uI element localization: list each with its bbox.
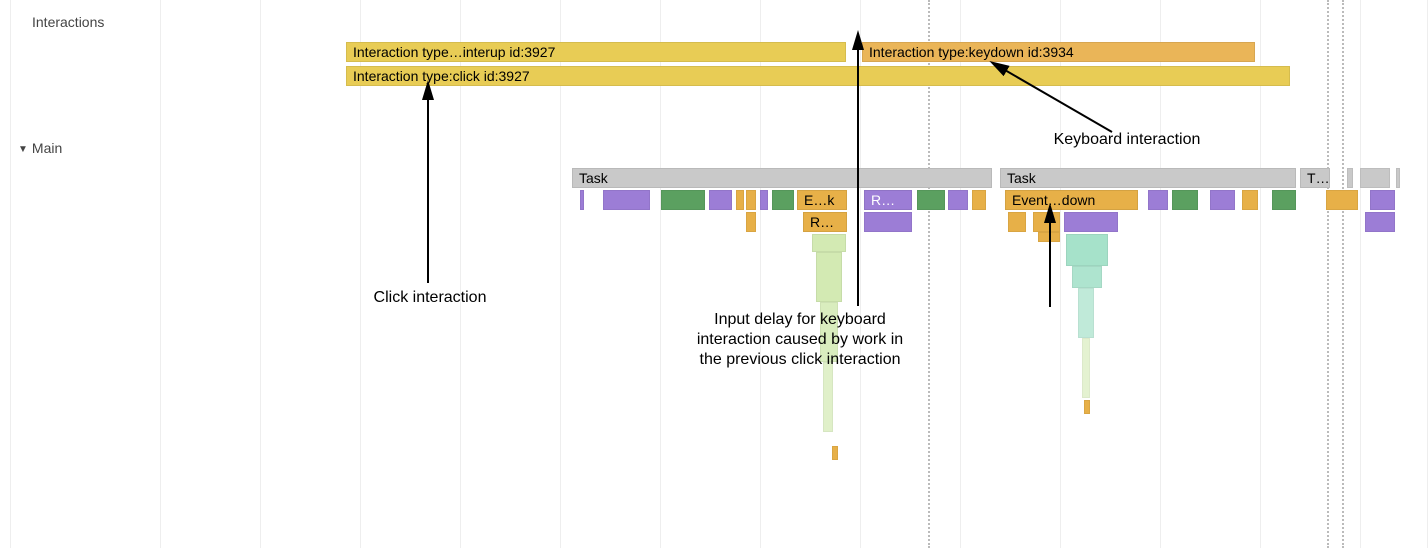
flame-block[interactable] <box>812 234 846 252</box>
annotation-keyboard-interaction: Keyboard interaction <box>1022 130 1232 150</box>
track-header-main[interactable]: ▼ Main <box>18 140 62 156</box>
flame-block[interactable] <box>1210 190 1235 210</box>
flame-block[interactable] <box>746 212 756 232</box>
interaction-bar-click[interactable]: Interaction type:click id:3927 <box>346 66 1290 86</box>
flame-block-event[interactable]: E…k <box>797 190 847 210</box>
flame-block[interactable] <box>1365 212 1395 232</box>
flame-block[interactable] <box>1066 234 1108 266</box>
flame-block-event-keydown[interactable]: Event…down <box>1005 190 1138 210</box>
task-block[interactable] <box>1396 168 1400 188</box>
flame-block[interactable] <box>1078 288 1094 338</box>
annotation-input-delay: Input delay for keyboard interaction cau… <box>660 310 940 370</box>
flame-block[interactable] <box>772 190 794 210</box>
flame-block[interactable] <box>832 446 838 460</box>
task-block[interactable]: Task <box>1000 168 1296 188</box>
flame-block[interactable] <box>816 252 842 302</box>
flame-block[interactable] <box>1272 190 1296 210</box>
task-block[interactable] <box>1360 168 1390 188</box>
flame-block[interactable] <box>917 190 945 210</box>
flame-block[interactable] <box>746 190 756 210</box>
flame-block[interactable] <box>736 190 744 210</box>
flame-block[interactable] <box>1370 190 1395 210</box>
flame-block[interactable]: R…s <box>803 212 847 232</box>
interaction-bar-pointerup[interactable]: Interaction type…interup id:3927 <box>346 42 846 62</box>
flame-block[interactable] <box>948 190 968 210</box>
flame-block[interactable] <box>1082 338 1090 398</box>
flame-block[interactable] <box>1084 400 1090 414</box>
track-header-interactions[interactable]: Interactions <box>32 14 104 30</box>
flame-block[interactable]: R… <box>864 190 912 210</box>
task-block[interactable] <box>1347 168 1353 188</box>
flame-block[interactable] <box>972 190 986 210</box>
flame-block[interactable] <box>603 190 650 210</box>
flame-block[interactable] <box>760 190 768 210</box>
flame-block[interactable] <box>864 212 912 232</box>
track-label-main: Main <box>32 140 62 156</box>
flame-block[interactable] <box>823 362 833 432</box>
task-block[interactable]: Task <box>572 168 992 188</box>
flame-block[interactable] <box>580 190 584 210</box>
flame-block[interactable] <box>709 190 732 210</box>
interaction-bar-keydown[interactable]: Interaction type:keydown id:3934 <box>862 42 1255 62</box>
flame-block[interactable] <box>1242 190 1258 210</box>
collapse-icon[interactable]: ▼ <box>18 144 28 155</box>
flame-block[interactable] <box>1064 212 1118 232</box>
time-marker <box>1327 0 1329 548</box>
flame-block[interactable] <box>1148 190 1168 210</box>
flame-block[interactable] <box>1008 212 1026 232</box>
flame-block[interactable] <box>1172 190 1198 210</box>
flame-block[interactable] <box>1326 190 1358 210</box>
annotation-click-interaction: Click interaction <box>340 288 520 308</box>
task-block[interactable]: T… <box>1300 168 1330 188</box>
flame-block[interactable] <box>661 190 705 210</box>
flame-block[interactable] <box>1072 266 1102 288</box>
time-marker <box>1342 0 1344 548</box>
